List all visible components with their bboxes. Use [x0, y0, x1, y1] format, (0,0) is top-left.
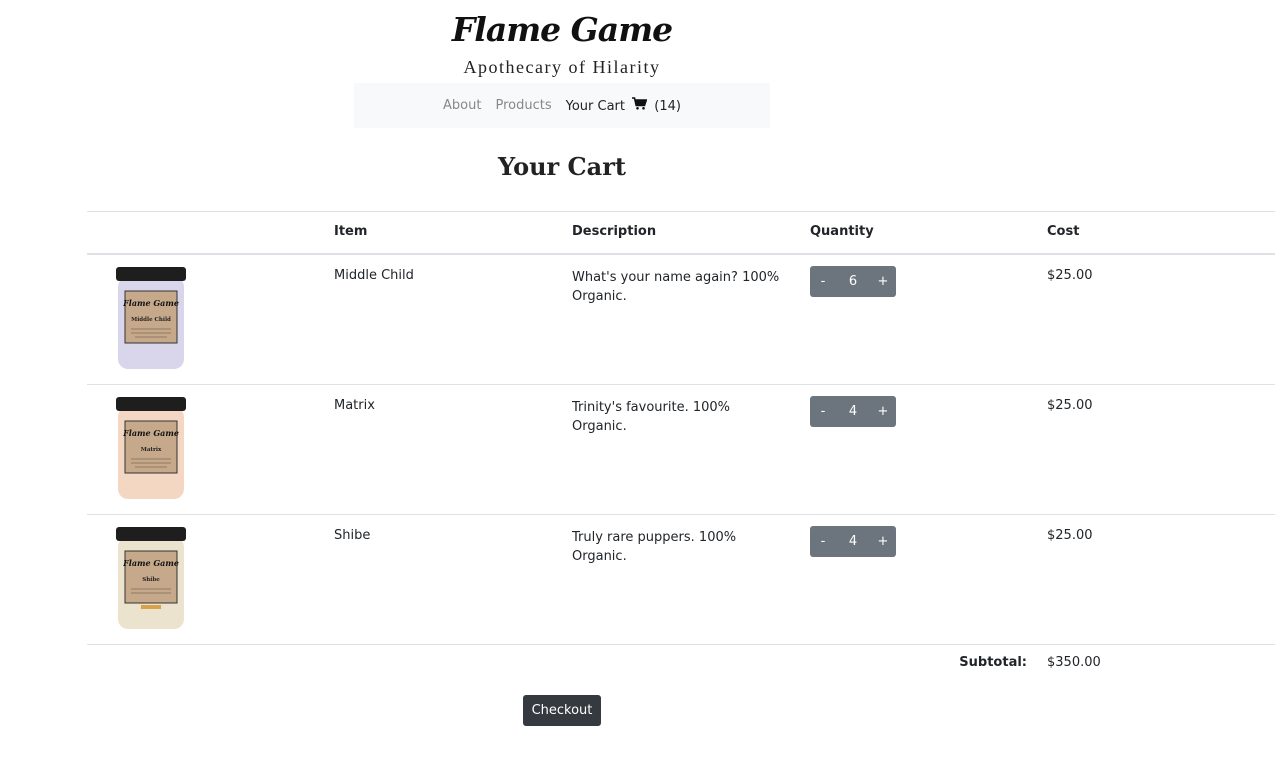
nav-cart-link[interactable]: Your Cart (14) [566, 97, 681, 114]
nav-cart-label: Your Cart [565, 99, 625, 114]
item-cost: $25.00 [1047, 528, 1093, 543]
item-name: Matrix [334, 398, 375, 413]
navbar: About Products Your Cart (14) [354, 83, 770, 128]
svg-text:Middle Child: Middle Child [131, 317, 171, 323]
nav-about-link[interactable]: About [443, 98, 481, 113]
decrement-button[interactable]: - [810, 404, 836, 419]
svg-text:Flame Game: Flame Game [122, 558, 179, 568]
item-cost: $25.00 [1047, 268, 1093, 283]
page-title: Your Cart [498, 152, 626, 181]
brand-title: Flame Game [451, 10, 673, 49]
increment-button[interactable]: + [870, 534, 896, 549]
svg-text:Flame Game: Flame Game [122, 298, 179, 308]
header-cost: Cost [1047, 224, 1080, 239]
quantity-value: 6 [848, 274, 858, 289]
header-quantity: Quantity [810, 224, 874, 239]
table-row: Flame Game Shibe Shibe Truly rare pupper… [87, 515, 1275, 645]
svg-text:Shibe: Shibe [142, 577, 160, 583]
item-description: What's your name again? 100% Organic. [572, 270, 780, 304]
svg-text:Matrix: Matrix [141, 447, 162, 453]
header-description: Description [572, 224, 657, 239]
quantity-stepper: - 4 + [810, 396, 896, 427]
table-row: Flame Game Matrix Matrix Trinity's favou… [87, 385, 1275, 515]
item-description: Truly rare puppers. 100% Organic. [572, 530, 737, 564]
item-name: Middle Child [334, 268, 414, 283]
item-name: Shibe [334, 528, 371, 543]
quantity-stepper: - 4 + [810, 526, 896, 557]
cart-table: Item Description Quantity Cost Flame Gam… [87, 211, 1275, 645]
decrement-button[interactable]: - [810, 534, 836, 549]
quantity-stepper: - 6 + [810, 266, 896, 297]
table-header: Item Description Quantity Cost [87, 211, 1275, 255]
candle-jar-image: Flame Game Matrix [116, 397, 186, 499]
increment-button[interactable]: + [870, 404, 896, 419]
candle-jar-image: Flame Game Middle Child [116, 267, 186, 369]
header-item: Item [334, 224, 368, 239]
table-row: Flame Game Middle Child Middle Child Wha… [87, 255, 1275, 385]
quantity-value: 4 [848, 404, 858, 419]
shopping-cart-icon [632, 97, 648, 114]
nav-cart-count: (14) [654, 99, 681, 114]
increment-button[interactable]: + [870, 274, 896, 289]
item-cost: $25.00 [1047, 398, 1093, 413]
candle-jar-image: Flame Game Shibe [116, 527, 186, 629]
checkout-button[interactable]: Checkout [523, 695, 601, 726]
nav-products-link[interactable]: Products [495, 98, 551, 113]
svg-text:Flame Game: Flame Game [122, 428, 179, 438]
decrement-button[interactable]: - [810, 274, 836, 289]
quantity-value: 4 [848, 534, 858, 549]
item-description: Trinity's favourite. 100% Organic. [572, 400, 731, 434]
subtotal-value: $350.00 [1047, 655, 1101, 670]
brand-tagline: Apothecary of Hilarity [463, 57, 661, 77]
subtotal-label: Subtotal: [959, 655, 1027, 670]
